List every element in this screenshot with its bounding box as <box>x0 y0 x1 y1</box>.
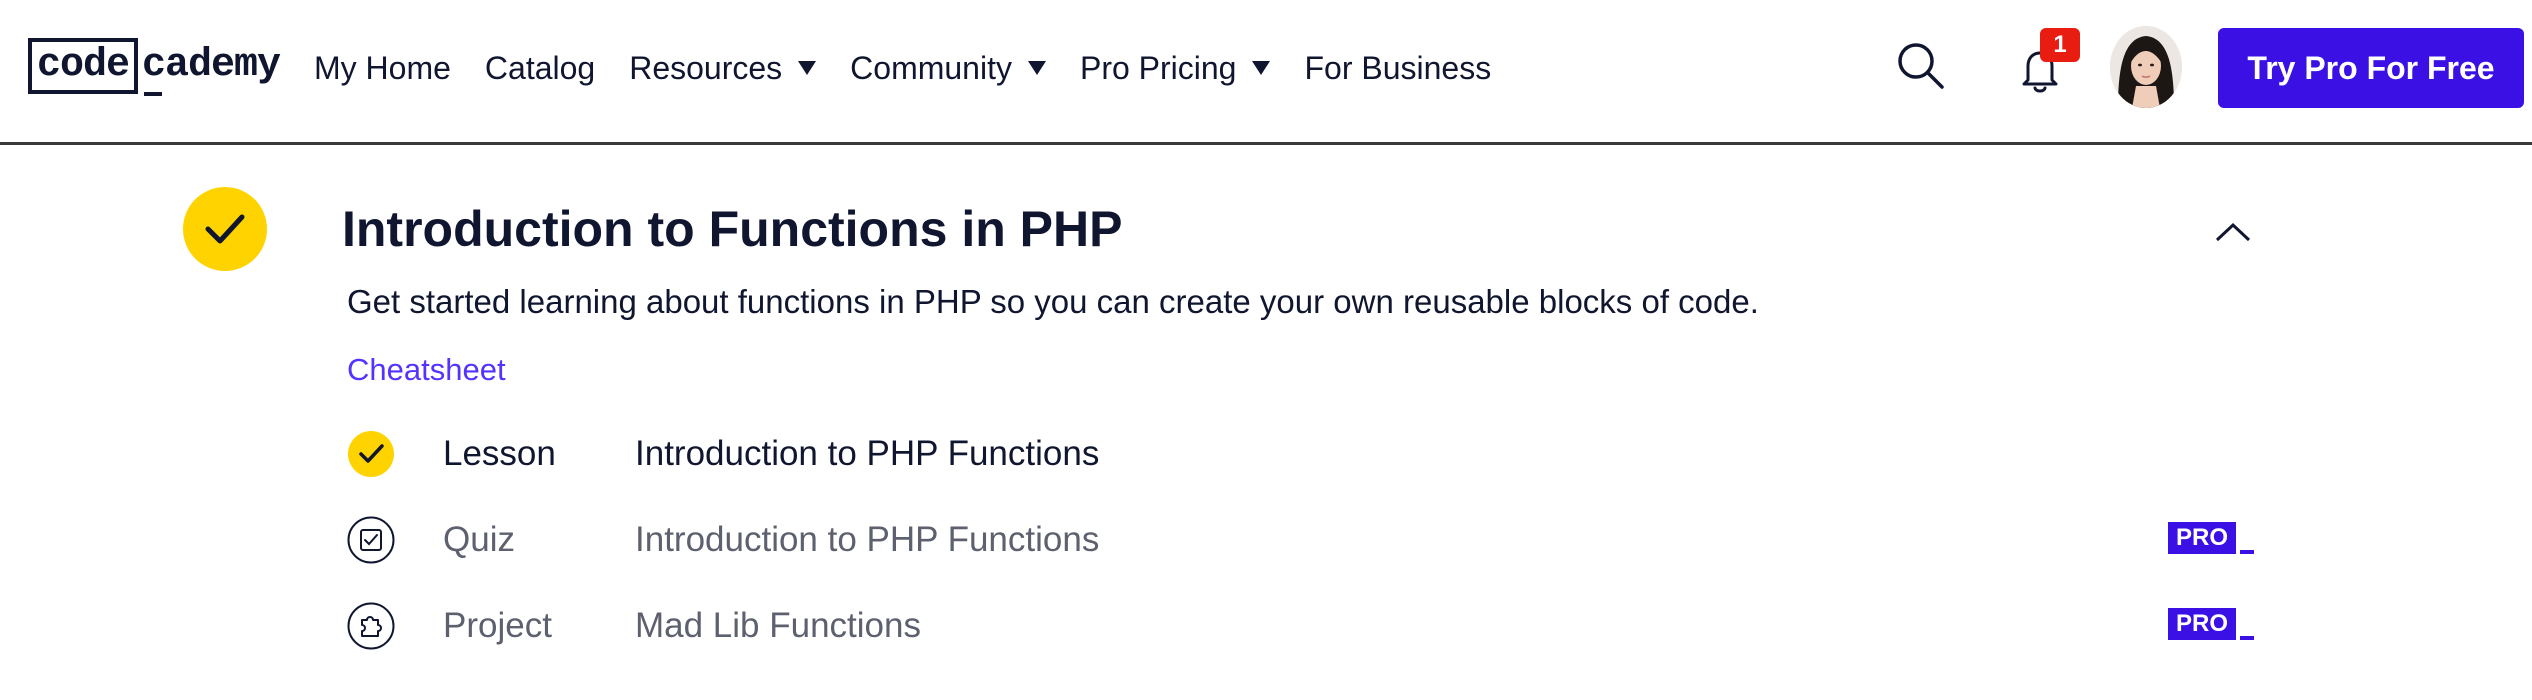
nav-community[interactable]: Community <box>850 50 1046 87</box>
nav-my-home-label: My Home <box>314 49 451 86</box>
chevron-up-icon[interactable] <box>2214 218 2252 246</box>
nav-resources-label: Resources <box>629 49 783 86</box>
main-nav: My Home Catalog Resources Community Pro … <box>314 44 1525 92</box>
try-pro-button[interactable]: Try Pro For Free <box>2218 28 2524 108</box>
pro-badge-label: PRO <box>2168 522 2237 554</box>
avatar-image <box>2110 26 2182 108</box>
list-item-quiz[interactable]: Quiz Introduction to PHP Functions PRO <box>347 512 2255 568</box>
caret-down-icon <box>1252 61 1271 75</box>
nav-resources[interactable]: Resources <box>629 49 817 87</box>
quiz-icon <box>347 516 395 564</box>
module-complete-check-icon <box>183 187 267 271</box>
caret-down-icon <box>1027 61 1046 75</box>
item-name: Introduction to PHP Functions <box>635 520 1100 559</box>
user-avatar[interactable] <box>2110 26 2182 108</box>
logo-cademy-part: cademy <box>142 43 281 96</box>
logo-code-part: code <box>28 38 139 94</box>
caret-down-icon <box>798 61 817 75</box>
item-type: Project <box>443 606 552 645</box>
nav-catalog[interactable]: Catalog <box>485 50 595 87</box>
pro-badge-cursor <box>2240 636 2255 640</box>
notification-count-badge: 1 <box>2040 28 2080 62</box>
codecademy-logo[interactable]: code cademy <box>28 36 281 96</box>
item-name: Introduction to PHP Functions <box>635 434 1100 473</box>
top-navigation-bar: code cademy My Home Catalog Resources Co… <box>0 0 2532 145</box>
pro-badge: PRO <box>2168 518 2255 554</box>
nav-pro-pricing[interactable]: Pro Pricing <box>1080 50 1271 87</box>
nav-catalog-label: Catalog <box>484 49 596 86</box>
list-item-project[interactable]: Project Mad Lib Functions PRO <box>347 598 2255 654</box>
search-icon[interactable] <box>1895 40 1947 92</box>
puzzle-icon <box>347 602 395 650</box>
item-type: Lesson <box>443 434 556 473</box>
cheatsheet-link[interactable]: Cheatsheet <box>347 352 506 388</box>
pro-badge: PRO <box>2168 604 2255 640</box>
nav-for-business-label: For Business <box>1304 49 1492 86</box>
nav-pro-pricing-label: Pro Pricing <box>1079 49 1237 86</box>
module-description: Get started learning about functions in … <box>347 283 1759 320</box>
nav-my-home[interactable]: My Home <box>314 50 451 87</box>
pro-badge-label: PRO <box>2168 608 2237 640</box>
list-item-lesson[interactable]: Lesson Introduction to PHP Functions <box>347 426 2247 482</box>
item-name: Mad Lib Functions <box>635 606 921 645</box>
nav-for-business[interactable]: For Business <box>1304 50 1491 87</box>
item-type: Quiz <box>443 520 515 559</box>
module-title: Introduction to Functions in PHP <box>342 201 1123 257</box>
pro-badge-cursor <box>2240 550 2255 554</box>
check-icon <box>348 431 394 477</box>
nav-community-label: Community <box>850 49 1012 86</box>
